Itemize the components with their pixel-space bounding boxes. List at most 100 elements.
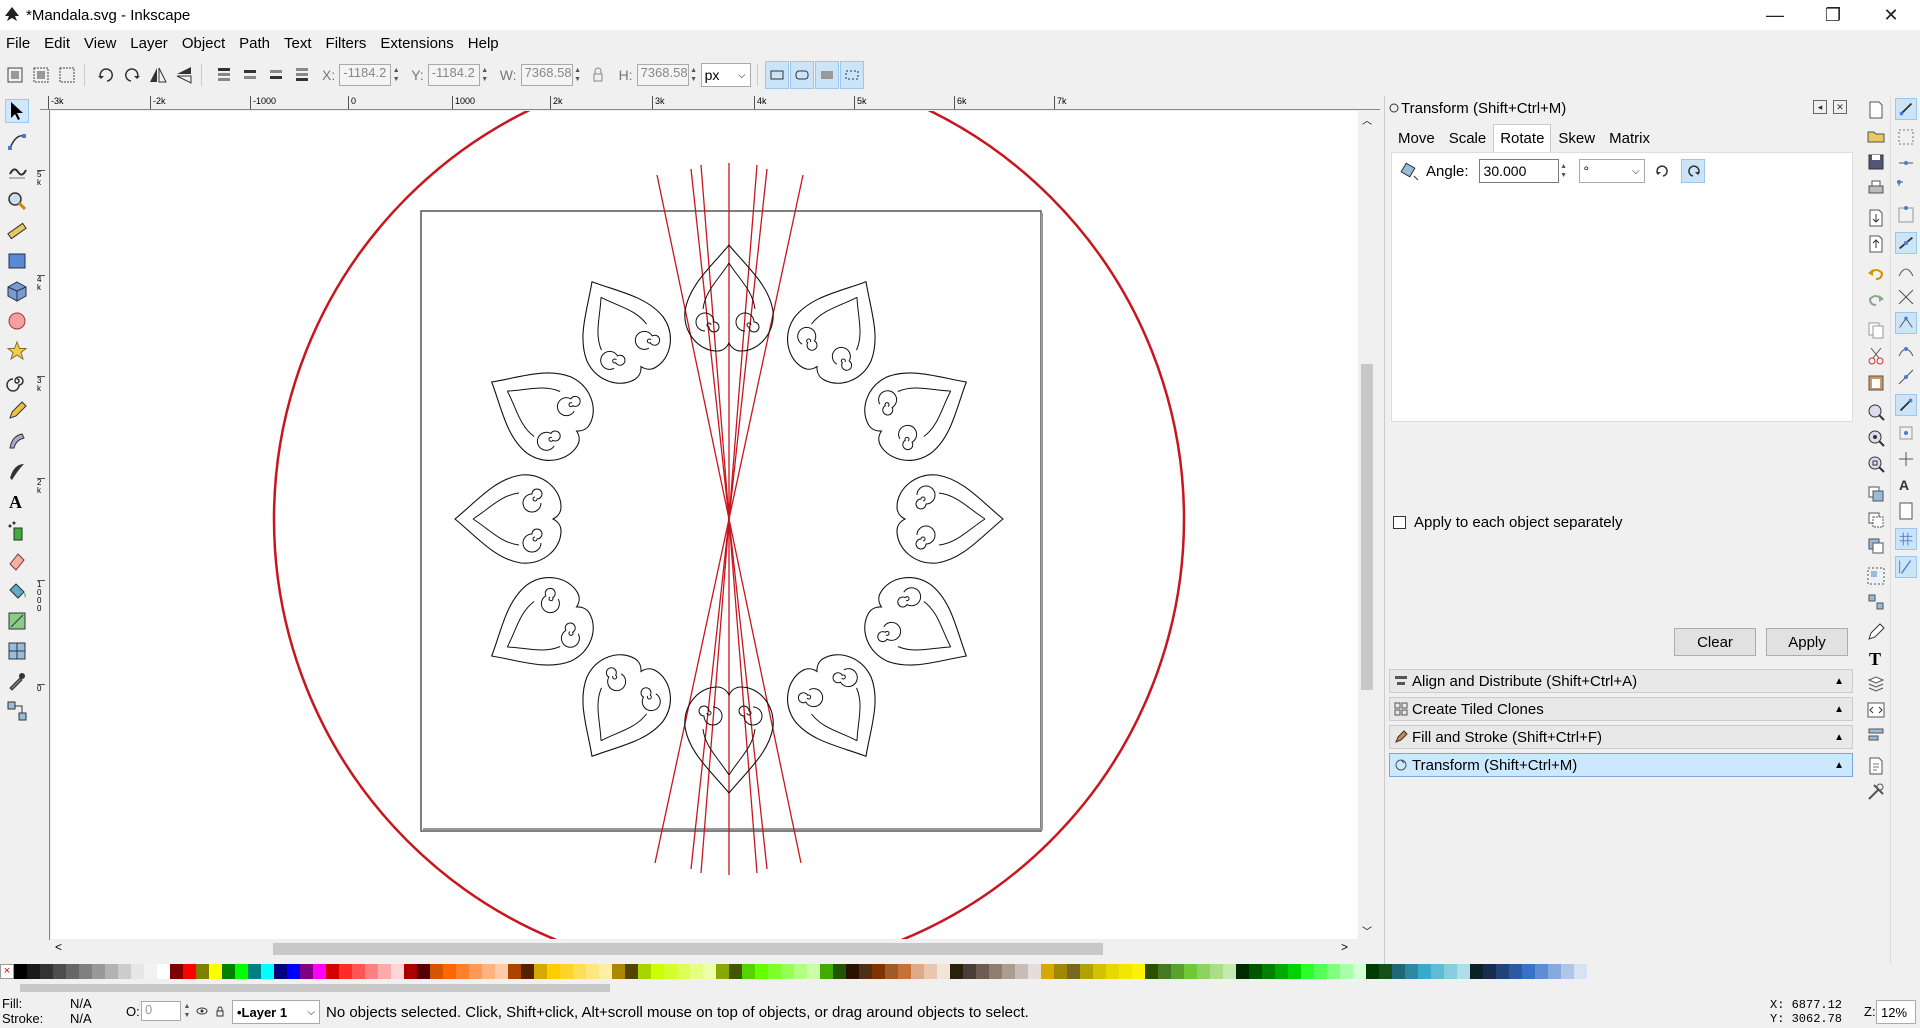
color-swatch[interactable] <box>638 964 651 979</box>
print-icon[interactable] <box>1866 178 1886 198</box>
select-all-layers-icon[interactable] <box>30 64 52 86</box>
snap-text-baseline-icon[interactable]: A <box>1895 474 1917 496</box>
snap-nodes-icon[interactable] <box>1895 232 1917 254</box>
expand-arrow-icon[interactable]: ▲ <box>1834 676 1844 687</box>
color-swatch[interactable] <box>1002 964 1015 979</box>
move-gradients-toggle[interactable] <box>814 61 839 89</box>
snap-intersections-icon[interactable] <box>1895 286 1917 308</box>
cut-icon[interactable] <box>1866 346 1886 366</box>
color-swatch[interactable] <box>612 964 625 979</box>
color-swatch[interactable] <box>14 964 27 979</box>
color-swatch[interactable] <box>287 964 300 979</box>
color-swatch[interactable] <box>794 964 807 979</box>
menu-text[interactable]: Text <box>284 35 312 52</box>
color-swatch[interactable] <box>495 964 508 979</box>
color-swatch[interactable] <box>1509 964 1522 979</box>
connector-tool-icon[interactable] <box>6 700 28 722</box>
raise-to-top-icon[interactable] <box>212 64 234 86</box>
paint-bucket-tool-icon[interactable] <box>6 580 28 602</box>
color-swatch[interactable] <box>352 964 365 979</box>
color-swatch[interactable] <box>1522 964 1535 979</box>
color-swatch[interactable] <box>92 964 105 979</box>
color-swatch[interactable] <box>170 964 183 979</box>
color-swatch[interactable] <box>1210 964 1223 979</box>
scroll-down-icon[interactable]: ﹀ <box>1362 923 1372 938</box>
color-swatch[interactable] <box>1327 964 1340 979</box>
unlink-clone-icon[interactable] <box>1866 536 1886 556</box>
menu-help[interactable]: Help <box>468 35 499 52</box>
fill-stroke-dialog-icon[interactable] <box>1866 622 1886 642</box>
snap-bbox-midpoints-icon[interactable] <box>1895 204 1917 226</box>
color-swatch[interactable] <box>274 964 287 979</box>
expand-arrow-icon[interactable]: ▲ <box>1834 704 1844 715</box>
color-swatch[interactable] <box>690 964 703 979</box>
color-swatch[interactable] <box>144 964 157 979</box>
color-swatch[interactable] <box>586 964 599 979</box>
color-swatch[interactable] <box>872 964 885 979</box>
eraser-tool-icon[interactable] <box>6 550 28 572</box>
align-distribute-panel[interactable]: Align and Distribute (Shift+Ctrl+A) ▲ <box>1389 669 1853 693</box>
scroll-right-icon[interactable]: > <box>1341 940 1348 954</box>
menu-file[interactable]: File <box>6 35 30 52</box>
zoom-input[interactable]: 12% <box>1876 1000 1916 1024</box>
horizontal-ruler[interactable]: -3k -2k -1000 0 1000 2k 3k 4k 5k 6k 7k <box>40 96 1380 110</box>
color-swatch[interactable] <box>755 964 768 979</box>
color-swatch[interactable] <box>599 964 612 979</box>
color-swatch[interactable] <box>40 964 53 979</box>
color-swatch[interactable] <box>508 964 521 979</box>
menu-object[interactable]: Object <box>182 35 225 52</box>
color-swatch[interactable] <box>1158 964 1171 979</box>
menu-view[interactable]: View <box>84 35 116 52</box>
menu-filters[interactable]: Filters <box>326 35 367 52</box>
color-swatch[interactable] <box>1041 964 1054 979</box>
tab-move[interactable]: Move <box>1391 124 1442 152</box>
preferences-icon[interactable] <box>1866 782 1886 802</box>
y-spinner[interactable]: ▲ ▼ <box>480 66 490 84</box>
node-tool-icon[interactable] <box>6 130 28 152</box>
menu-edit[interactable]: Edit <box>44 35 70 52</box>
horizontal-scrollbar[interactable]: < > <box>51 940 1376 958</box>
color-swatch[interactable] <box>768 964 781 979</box>
angle-unit-select[interactable]: ° ⌵ <box>1578 159 1645 183</box>
lock-icon[interactable] <box>587 64 609 86</box>
palette-scrollbar[interactable] <box>20 982 1920 994</box>
eye-icon[interactable] <box>196 1005 208 1017</box>
menu-extensions[interactable]: Extensions <box>380 35 453 52</box>
drawing-canvas[interactable] <box>51 111 1358 939</box>
color-swatch[interactable] <box>339 964 352 979</box>
undo-icon[interactable] <box>1866 264 1886 284</box>
color-swatch[interactable] <box>365 964 378 979</box>
color-swatch[interactable] <box>833 964 846 979</box>
color-swatch[interactable] <box>196 964 209 979</box>
angle-input[interactable]: 30.000 <box>1478 159 1559 183</box>
scroll-up-icon[interactable]: ︿ <box>1362 112 1372 127</box>
maximize-button[interactable]: ❐ <box>1804 0 1862 30</box>
color-swatch[interactable] <box>235 964 248 979</box>
color-swatch[interactable] <box>404 964 417 979</box>
transform-panel[interactable]: Transform (Shift+Ctrl+M) ▲ <box>1389 753 1853 777</box>
color-swatch[interactable] <box>469 964 482 979</box>
select-all-icon[interactable] <box>4 64 26 86</box>
rotate-counterclockwise-button[interactable] <box>1651 159 1675 183</box>
opacity-input[interactable]: 0 <box>141 1001 181 1021</box>
tab-rotate[interactable]: Rotate <box>1493 124 1552 152</box>
color-swatch[interactable] <box>1496 964 1509 979</box>
flip-horizontal-icon[interactable] <box>147 64 169 86</box>
copy-icon[interactable] <box>1866 320 1886 340</box>
color-swatch[interactable] <box>456 964 469 979</box>
redo-icon[interactable] <box>1866 290 1886 310</box>
menu-path[interactable]: Path <box>239 35 270 52</box>
lower-icon[interactable] <box>264 64 286 86</box>
minimize-button[interactable]: — <box>1746 0 1804 30</box>
clear-button[interactable]: Clear <box>1674 628 1756 656</box>
snap-enable-icon[interactable] <box>1895 98 1917 120</box>
opacity-spinner[interactable]: ▲ ▼ <box>182 1002 192 1020</box>
color-swatch[interactable] <box>1340 964 1353 979</box>
clone-icon[interactable] <box>1866 510 1886 530</box>
color-swatch[interactable] <box>79 964 92 979</box>
open-icon[interactable] <box>1866 126 1886 146</box>
mandala-artwork[interactable] <box>51 111 1358 939</box>
color-swatch[interactable] <box>807 964 820 979</box>
snap-bbox-corners-icon[interactable] <box>1895 178 1917 200</box>
color-swatch[interactable] <box>1132 964 1145 979</box>
